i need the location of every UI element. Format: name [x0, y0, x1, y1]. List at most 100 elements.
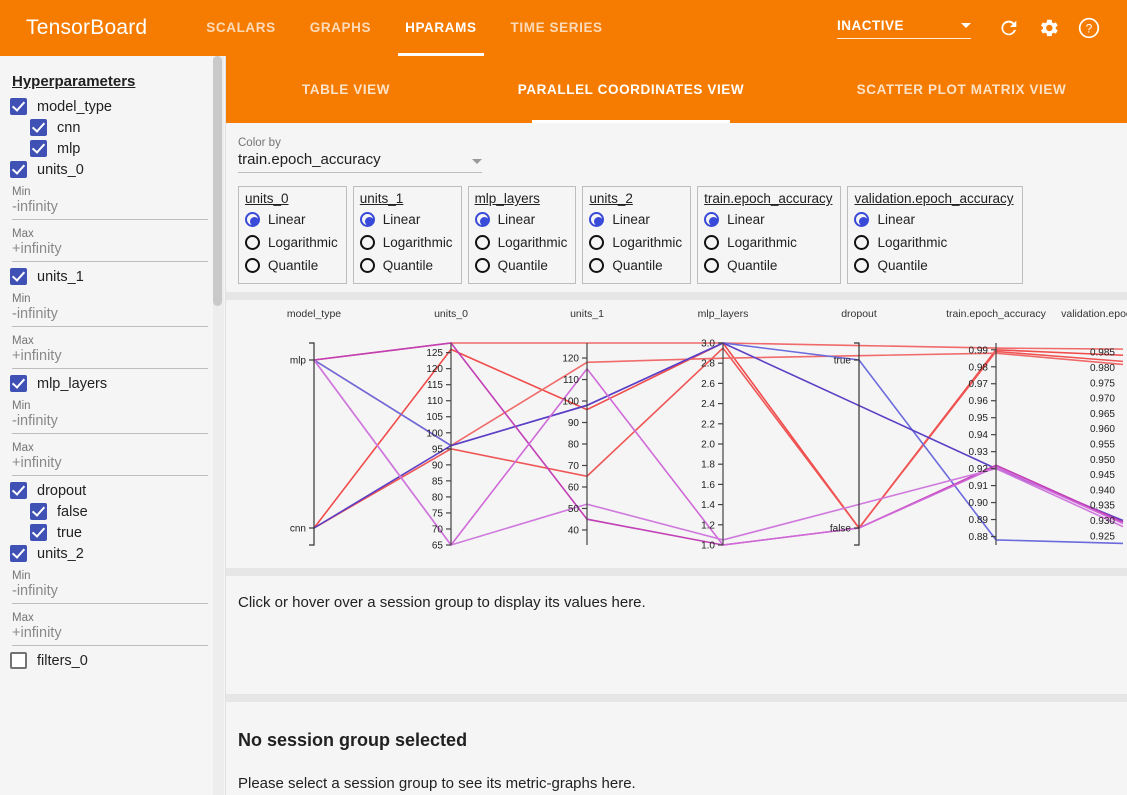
radio-linear[interactable]: Linear [245, 208, 338, 231]
chart-axis-train.epoch_accuracy[interactable]: train.epoch_accuracy 0.99 0.98 0.97 0.96 0.95… [946, 308, 1047, 545]
checkbox-units-1[interactable] [10, 268, 27, 285]
chart-axis-model_type[interactable]: model_typemlp cnn [287, 308, 341, 546]
checkbox-model-type[interactable] [10, 98, 27, 115]
units-2-min-value[interactable]: -infinity [12, 583, 208, 604]
nav-tab-hparams[interactable]: HPARAMS [388, 0, 493, 56]
checkbox-units-2[interactable] [10, 545, 27, 562]
checkbox-units-0[interactable] [10, 161, 27, 178]
radio-icon-quantile[interactable] [854, 258, 870, 273]
run-status-dropdown[interactable]: INACTIVE [837, 18, 971, 39]
color-by-value: train.epoch_accuracy [238, 151, 381, 168]
radio-icon-quantile[interactable] [474, 258, 490, 273]
radio-logarithmic[interactable]: Logarithmic [359, 231, 453, 254]
settings-button[interactable] [1029, 8, 1069, 48]
mlp-layers-max-value[interactable]: +infinity [12, 455, 208, 476]
parallel-coordinates-plot[interactable]: model_typemlp cnn units_0 125 120 115 110 105 10… [226, 300, 1127, 568]
sidebar-item-dropout[interactable]: dropout [10, 482, 212, 499]
radio-icon-quantile[interactable] [589, 258, 605, 273]
radio-icon-logarithmic[interactable] [854, 235, 870, 250]
radio-icon-linear[interactable] [474, 212, 490, 227]
content-scrollbar-track[interactable] [1119, 56, 1127, 795]
radio-logarithmic[interactable]: Logarithmic [474, 231, 567, 254]
radio-logarithmic[interactable]: Logarithmic [589, 231, 682, 254]
sidebar-item-mlp-layers[interactable]: mlp_layers [10, 375, 212, 392]
chart-axis-validation.epoch_accuracy[interactable]: validation.epoch_accuracy 0.985 0.980 0.975… [1061, 308, 1127, 542]
radio-linear[interactable]: Linear [359, 208, 453, 231]
units-1-max-value[interactable]: +infinity [12, 348, 208, 369]
sidebar-item-dropout-true[interactable]: true [30, 524, 212, 541]
radio-icon-linear[interactable] [589, 212, 605, 227]
checkbox-dropout-true[interactable] [30, 524, 47, 541]
sidebar-item-cnn[interactable]: cnn [30, 119, 212, 136]
color-by-dropdown[interactable]: Color by train.epoch_accuracy [238, 137, 482, 173]
checkbox-dropout-false[interactable] [30, 503, 47, 520]
hyperparameters-sidebar[interactable]: Hyperparameters model_type cnn mlp units… [0, 56, 226, 795]
nav-tab-time-series[interactable]: TIME SERIES [494, 0, 620, 56]
sidebar-item-mlp[interactable]: mlp [30, 140, 212, 157]
checkbox-mlp-layers[interactable] [10, 375, 27, 392]
checkbox-mlp[interactable] [30, 140, 47, 157]
nav-tab-graphs[interactable]: GRAPHS [293, 0, 388, 56]
sidebar-scrollbar-thumb[interactable] [213, 56, 222, 306]
units-1-max-field[interactable]: Max +infinity [12, 335, 208, 369]
radio-logarithmic[interactable]: Logarithmic [245, 231, 338, 254]
radio-linear[interactable]: Linear [474, 208, 568, 231]
radio-icon-quantile[interactable] [359, 258, 375, 273]
parallel-coordinates-chart[interactable]: model_type mlp cnn units_0 125 120 115 110 105 10… [226, 300, 1127, 568]
radio-quantile[interactable]: Quantile [854, 254, 1013, 277]
sidebar-item-filters-0[interactable]: filters_0 [10, 652, 212, 669]
nav-tab-scalars[interactable]: SCALARS [189, 0, 292, 56]
radio-linear[interactable]: Linear [704, 208, 832, 231]
units-2-max-value[interactable]: +infinity [12, 625, 208, 646]
tab-scatter-plot-matrix-view[interactable]: SCATTER PLOT MATRIX VIEW [796, 56, 1127, 123]
sidebar-item-model-type[interactable]: model_type [10, 98, 212, 115]
sidebar-item-dropout-false[interactable]: false [30, 503, 212, 520]
radio-quantile[interactable]: Quantile [359, 254, 453, 277]
sidebar-scrollbar-track[interactable] [213, 56, 224, 795]
sidebar-item-units-2[interactable]: units_2 [10, 545, 212, 562]
units-0-min-value[interactable]: -infinity [12, 199, 208, 220]
mlp-layers-min-value[interactable]: -infinity [12, 413, 208, 434]
refresh-button[interactable] [989, 8, 1029, 48]
units-1-min-value[interactable]: -infinity [12, 306, 208, 327]
tab-table-view[interactable]: TABLE VIEW [226, 56, 466, 123]
units-1-min-field[interactable]: Min -infinity [12, 293, 208, 327]
axis-tick-label: 2.4 [701, 399, 715, 410]
radio-icon-linear[interactable] [359, 212, 375, 227]
radio-linear[interactable]: Linear [589, 208, 682, 231]
checkbox-dropout[interactable] [10, 482, 27, 499]
radio-icon-logarithmic[interactable] [359, 235, 375, 250]
radio-logarithmic[interactable]: Logarithmic [854, 231, 1013, 254]
radio-icon-quantile[interactable] [245, 258, 260, 273]
help-button[interactable]: ? [1069, 8, 1109, 48]
radio-icon-logarithmic[interactable] [704, 235, 720, 250]
radio-quantile[interactable]: Quantile [245, 254, 338, 277]
mlp-layers-max-field[interactable]: Max +infinity [12, 442, 208, 476]
radio-quantile[interactable]: Quantile [704, 254, 832, 277]
radio-linear[interactable]: Linear [854, 208, 1013, 231]
radio-icon-logarithmic[interactable] [474, 235, 490, 250]
radio-icon-quantile[interactable] [704, 258, 720, 273]
mlp-layers-min-field[interactable]: Min -infinity [12, 400, 208, 434]
session-group-subtitle: Please select a session group to see its… [238, 775, 636, 792]
units-2-max-field[interactable]: Max +infinity [12, 612, 208, 646]
axis-tick-label: 2.8 [701, 359, 715, 370]
units-0-max-field[interactable]: Max +infinity [12, 228, 208, 262]
tab-parallel-coordinates-view[interactable]: PARALLEL COORDINATES VIEW [466, 56, 796, 123]
radio-icon-logarithmic[interactable] [245, 235, 260, 250]
units-2-min-field[interactable]: Min -infinity [12, 570, 208, 604]
units-0-max-value[interactable]: +infinity [12, 241, 208, 262]
radio-icon-logarithmic[interactable] [589, 235, 605, 250]
sidebar-item-units-1[interactable]: units_1 [10, 268, 212, 285]
radio-quantile[interactable]: Quantile [589, 254, 682, 277]
sidebar-item-units-0[interactable]: units_0 [10, 161, 212, 178]
radio-icon-linear[interactable] [704, 212, 720, 227]
checkbox-filters-0[interactable] [10, 652, 27, 669]
radio-icon-linear[interactable] [245, 212, 260, 227]
units-0-min-field[interactable]: Min -infinity [12, 186, 208, 220]
radio-logarithmic[interactable]: Logarithmic [704, 231, 832, 254]
radio-icon-linear[interactable] [854, 212, 870, 227]
color-by-select[interactable]: train.epoch_accuracy [238, 151, 482, 173]
checkbox-cnn[interactable] [30, 119, 47, 136]
radio-quantile[interactable]: Quantile [474, 254, 568, 277]
